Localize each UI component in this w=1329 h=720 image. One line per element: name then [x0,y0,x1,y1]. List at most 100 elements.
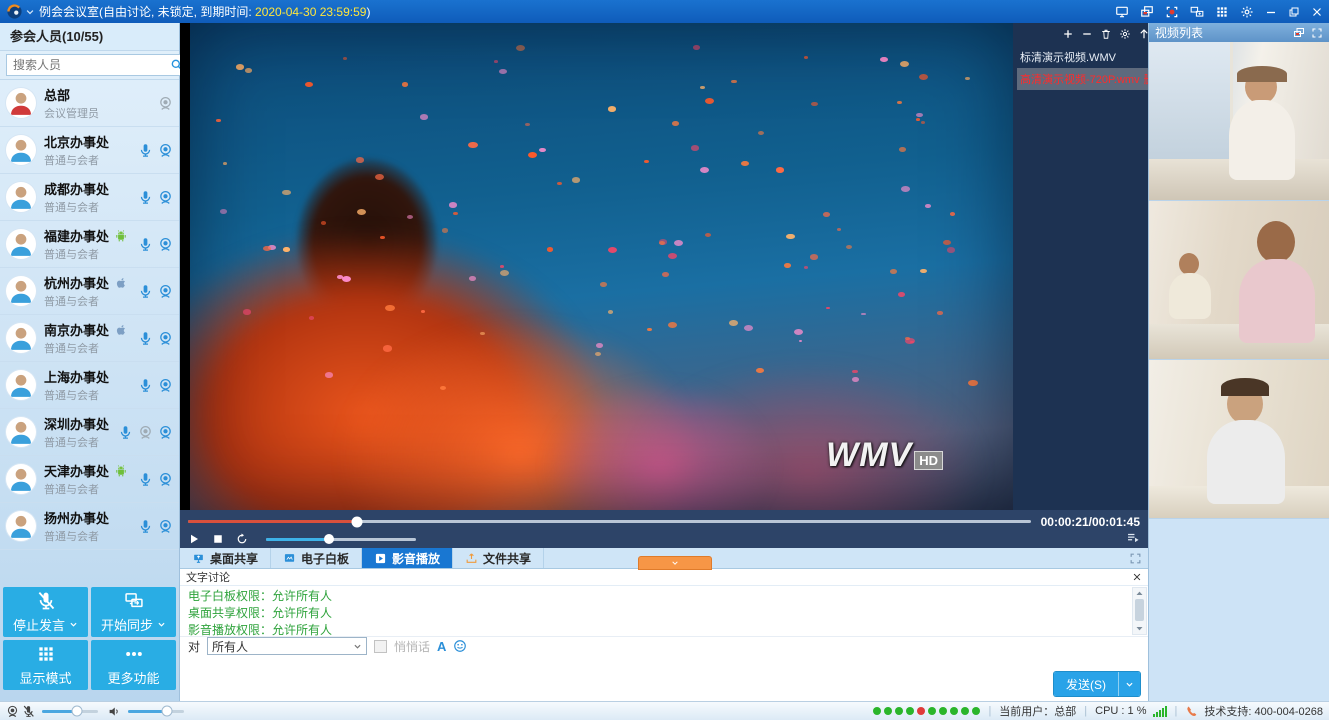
minimize-button[interactable] [1265,6,1277,18]
chat-scrollbar[interactable] [1132,587,1147,635]
webcam-icon[interactable] [158,284,173,299]
close-button[interactable] [1311,6,1323,18]
video-canvas[interactable]: WMV HD [190,23,1013,510]
mic-icon[interactable] [118,425,133,440]
collapse-handle[interactable] [638,556,712,570]
layout-grid-icon[interactable] [1215,5,1229,19]
participants-sidebar: 参会人员(10/55) 总部会议管理员北京办事处普通与会者成都办事处普通与会者福… [0,23,180,701]
webcam-status-icon[interactable] [6,705,19,718]
font-button[interactable]: A [437,639,446,654]
search-input[interactable] [11,57,170,73]
menu-chevron-icon[interactable] [25,7,35,17]
whisper-checkbox[interactable] [374,640,387,653]
video-expand-icon[interactable] [1311,27,1323,39]
participant-row[interactable]: 北京办事处普通与会者 [0,127,179,174]
participant-name: 上海办事处 [44,367,109,386]
window-mode-icon[interactable] [1140,5,1154,19]
tab-media-play[interactable]: 影音播放 [362,548,453,568]
playlist-delete-icon[interactable] [1100,28,1112,40]
video-feed[interactable] [1149,360,1329,519]
playlist-toggle-icon[interactable] [1126,531,1140,545]
volume-slider[interactable] [266,538,416,541]
mic-icon[interactable] [138,190,153,205]
volume-handle[interactable] [324,534,334,544]
android-icon [114,229,128,243]
webcam-icon[interactable] [158,331,173,346]
message-input-area[interactable]: 发送(S) [180,656,1148,702]
fullscreen-icon[interactable] [1129,552,1142,565]
action-button[interactable]: 更多功能 [91,640,176,690]
emoji-icon[interactable] [453,639,467,653]
webcam-icon[interactable] [158,472,173,487]
tab-desktop-share[interactable]: 桌面共享 [180,548,271,568]
webcam-icon[interactable] [158,143,173,158]
participant-row[interactable]: 深圳办事处普通与会者 [0,409,179,456]
settings-gear-icon[interactable] [1240,5,1254,19]
webcam-icon[interactable] [158,425,173,440]
play-button[interactable] [188,533,200,545]
tab-whiteboard[interactable]: 电子白板 [271,548,362,568]
stop-button[interactable] [212,533,224,545]
participant-row[interactable]: 上海办事处普通与会者 [0,362,179,409]
webcam-icon[interactable] [158,237,173,252]
participant-avatar [6,135,36,165]
send-options-dropdown[interactable] [1118,672,1140,696]
mic-icon[interactable] [138,519,153,534]
desktop-mode-icon[interactable] [1115,5,1129,19]
mic-icon[interactable] [138,331,153,346]
seek-handle[interactable] [351,516,362,527]
action-button[interactable]: 停止发言 [3,587,88,637]
participant-row[interactable]: 杭州办事处普通与会者 [0,268,179,315]
participant-row[interactable]: 总部会议管理员 [0,80,179,127]
webcam-off-icon[interactable] [138,425,153,440]
recipient-select[interactable]: 所有人 [207,637,367,655]
replay-button[interactable] [236,533,248,545]
action-button[interactable]: 开始同步 [91,587,176,637]
scroll-thumb[interactable] [1135,599,1144,621]
participant-row[interactable]: 成都办事处普通与会者 [0,174,179,221]
grid-icon [36,644,56,664]
mic-muted-icon[interactable] [22,705,35,718]
participant-row[interactable]: 南京办事处普通与会者 [0,315,179,362]
playlist-remove-icon[interactable] [1081,28,1093,40]
send-button[interactable]: 发送(S) [1054,672,1140,696]
playlist-item[interactable]: 高清演示视频-720P.wmv删除 [1017,68,1169,90]
mic-icon[interactable] [138,284,153,299]
webcam-icon[interactable] [158,519,173,534]
participant-row[interactable]: 天津办事处普通与会者 [0,456,179,503]
mic-icon[interactable] [138,378,153,393]
playlist-settings-icon[interactable] [1119,28,1131,40]
participant-row[interactable]: 福建办事处普通与会者 [0,221,179,268]
playlist-item[interactable]: 标清演示视频.WMV [1017,46,1169,68]
video-layout-icon[interactable] [1293,27,1305,39]
maximize-button[interactable] [1288,6,1300,18]
network-share-icon[interactable] [1190,5,1204,19]
playlist-add-icon[interactable] [1062,28,1074,40]
webcam-icon[interactable] [158,378,173,393]
chevron-down-icon [353,642,362,651]
participants-header: 参会人员(10/55) [0,23,179,51]
video-feed[interactable] [1149,201,1329,360]
mic-volume-slider[interactable] [42,710,98,713]
chevron-down-icon[interactable] [69,620,78,629]
mic-icon[interactable] [138,237,153,252]
status-dot [895,707,903,715]
participant-avatar [6,229,36,259]
chat-close-icon[interactable] [1132,572,1142,582]
action-button[interactable]: 显示模式 [3,640,88,690]
seek-bar[interactable] [188,520,1031,523]
scroll-down-icon[interactable] [1135,624,1144,633]
webcam-icon[interactable] [158,190,173,205]
mic-icon[interactable] [138,472,153,487]
share-tab-bar: 桌面共享电子白板影音播放文件共享 [180,548,1148,569]
record-icon[interactable] [1165,5,1179,19]
tab-file-share[interactable]: 文件共享 [453,548,544,568]
chevron-down-icon[interactable] [157,620,166,629]
participant-row[interactable]: 扬州办事处普通与会者 [0,503,179,550]
scroll-up-icon[interactable] [1135,589,1144,598]
webcam-off-icon[interactable] [158,96,173,111]
speaker-icon[interactable] [108,705,121,718]
speaker-volume-slider[interactable] [128,710,184,713]
mic-icon[interactable] [138,143,153,158]
video-feed[interactable] [1149,42,1329,201]
